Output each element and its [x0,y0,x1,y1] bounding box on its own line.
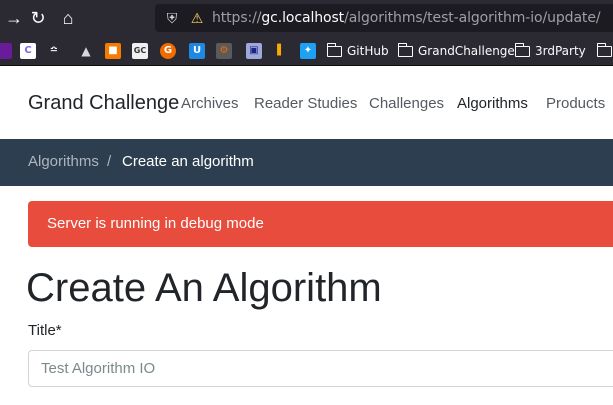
bookmark-analytics-icon[interactable]: ▌ [273,43,289,59]
bookmark-gc-icon[interactable]: GC [132,43,148,59]
url-host: gc.localhost [261,10,345,26]
debug-alert-message: Server is running in debug mode [47,215,264,232]
bookmark-folder-grandchallenge[interactable]: GrandChallenge [397,42,515,60]
shield-icon[interactable]: ⛨ [163,9,181,27]
url-text[interactable]: https://gc.localhost/algorithms/test-alg… [212,10,601,26]
bookmark-partial-icon[interactable] [0,43,12,59]
forward-arrow-icon[interactable]: → [2,6,26,30]
home-icon[interactable]: ⌂ [56,6,80,30]
bookmark-antenna-icon[interactable]: ≏ [46,43,62,59]
nav-link-archives[interactable]: Archives [181,95,239,112]
breadcrumb: Algorithms / Create an algorithm [0,139,613,186]
address-bar[interactable]: ⛨ ⚠ https://gc.localhost/algorithms/test… [155,4,613,32]
breadcrumb-link-algorithms[interactable]: Algorithms [28,153,99,170]
bookmark-folder-label: GitHub [347,44,389,58]
folder-icon [397,42,413,57]
folder-icon [514,42,530,57]
bookmark-folder-3rdparty[interactable]: 3rdParty [514,42,586,60]
bookmark-orange-g-icon[interactable]: G [160,43,176,59]
folder-icon [326,42,342,57]
bookmark-u-icon[interactable]: U [189,43,205,59]
bookmark-clickup-icon[interactable]: C [20,43,36,59]
brand-link[interactable]: Grand Challenge [28,92,179,115]
bookmark-grafana-icon[interactable]: ⚙ [216,43,232,59]
bookmark-store-icon[interactable]: ▣ [246,43,262,59]
bookmark-arrow-icon[interactable]: ▲ [78,43,94,59]
bookmark-box-icon[interactable]: ■ [105,43,121,59]
debug-alert: Server is running in debug mode [28,201,613,247]
site-navbar: Grand Challenge Archives Reader Studies … [0,66,613,139]
title-input[interactable] [28,350,613,387]
breadcrumb-current: Create an algorithm [122,153,254,170]
bookmark-folder-label: GrandChallenge [418,44,515,58]
folder-icon [596,42,612,57]
bookmark-folder-label: 3rdParty [535,44,586,58]
bookmark-folder-github[interactable]: GitHub [326,42,389,60]
page-title: Create An Algorithm [26,266,382,310]
nav-link-algorithms[interactable]: Algorithms [457,95,528,112]
browser-toolbar: → ↻ ⌂ ⛨ ⚠ https://gc.localhost/algorithm… [0,0,613,36]
nav-link-products[interactable]: Products [546,95,605,112]
url-path: /algorithms/test-algorithm-io/update/ [344,10,601,26]
bookmark-folder-overflow[interactable] [596,42,613,60]
insecure-lock-icon[interactable]: ⚠ [188,9,206,27]
url-scheme: https:// [212,10,262,26]
nav-link-challenges[interactable]: Challenges [369,95,444,112]
reload-icon[interactable]: ↻ [26,6,50,30]
title-field-label: Title* [28,322,62,339]
bookmarks-bar: C ≏ ▲ ■ GC G U ⚙ ▣ ▌ ✦ GitHub GrandChall… [0,36,613,66]
nav-link-reader-studies[interactable]: Reader Studies [254,95,357,112]
bookmark-twitter-icon[interactable]: ✦ [300,43,316,59]
breadcrumb-separator: / [107,153,112,170]
